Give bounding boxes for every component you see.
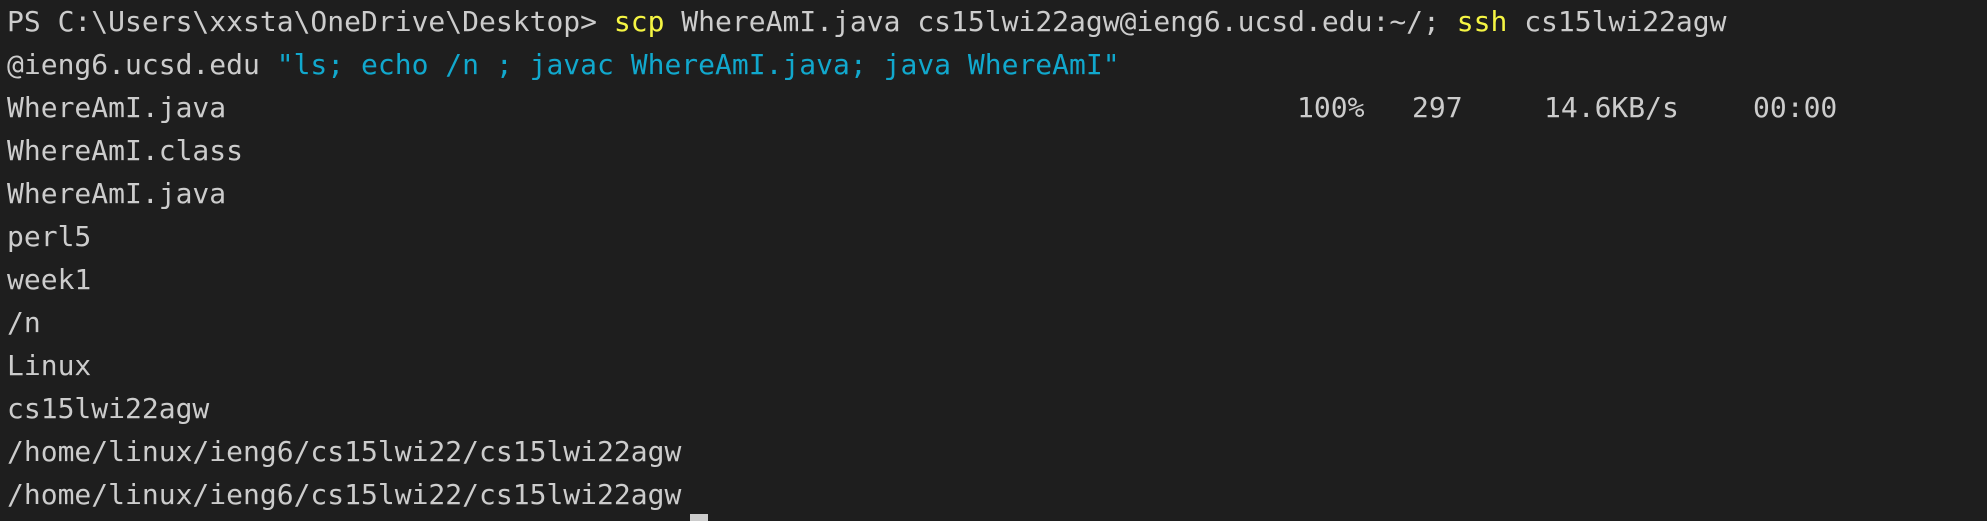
transfer-size: 297: [1412, 91, 1463, 124]
output-line: perl5: [7, 220, 92, 253]
output-line: week1: [7, 263, 92, 296]
output-line: WhereAmI.java: [7, 177, 227, 210]
transfer-filename: WhereAmI.java: [7, 91, 227, 124]
transfer-rate: 14.6KB/s: [1544, 91, 1679, 124]
output-line: WhereAmI.class: [7, 134, 244, 167]
command-line-2: @ieng6.ucsd.edu "ls; echo /n ; javac Whe…: [7, 43, 1987, 86]
ssh-host-part2: @ieng6.ucsd.edu: [7, 48, 277, 81]
scp-command: scp: [613, 5, 665, 38]
output-line: /home/linux/ieng6/cs15lwi22/cs15lwi22agw: [7, 435, 682, 468]
scp-args: WhereAmI.java cs15lwi22agw@ieng6.ucsd.ed…: [664, 5, 1457, 38]
transfer-progress: WhereAmI.java 100% 297 14.6KB/s 00:00: [7, 86, 1987, 129]
prompt: PS C:\Users\xxsta\OneDrive\Desktop>: [7, 5, 614, 38]
transfer-percent: 100%: [1297, 91, 1365, 124]
output-line: /n: [7, 306, 41, 339]
text-cursor: [690, 514, 708, 521]
ssh-host-part1: cs15lwi22agw: [1507, 5, 1727, 38]
ssh-command: ssh: [1456, 5, 1508, 38]
command-line-1: PS C:\Users\xxsta\OneDrive\Desktop> scp …: [7, 0, 1987, 43]
output-line: /home/linux/ieng6/cs15lwi22/cs15lwi22agw: [7, 478, 682, 511]
transfer-time: 00:00: [1753, 91, 1838, 124]
terminal-window[interactable]: PS C:\Users\xxsta\OneDrive\Desktop> scp …: [0, 0, 1987, 521]
output-line: cs15lwi22agw: [7, 392, 210, 425]
output-line: Linux: [7, 349, 92, 382]
ssh-command-string: "ls; echo /n ; javac WhereAmI.java; java…: [276, 48, 1120, 81]
